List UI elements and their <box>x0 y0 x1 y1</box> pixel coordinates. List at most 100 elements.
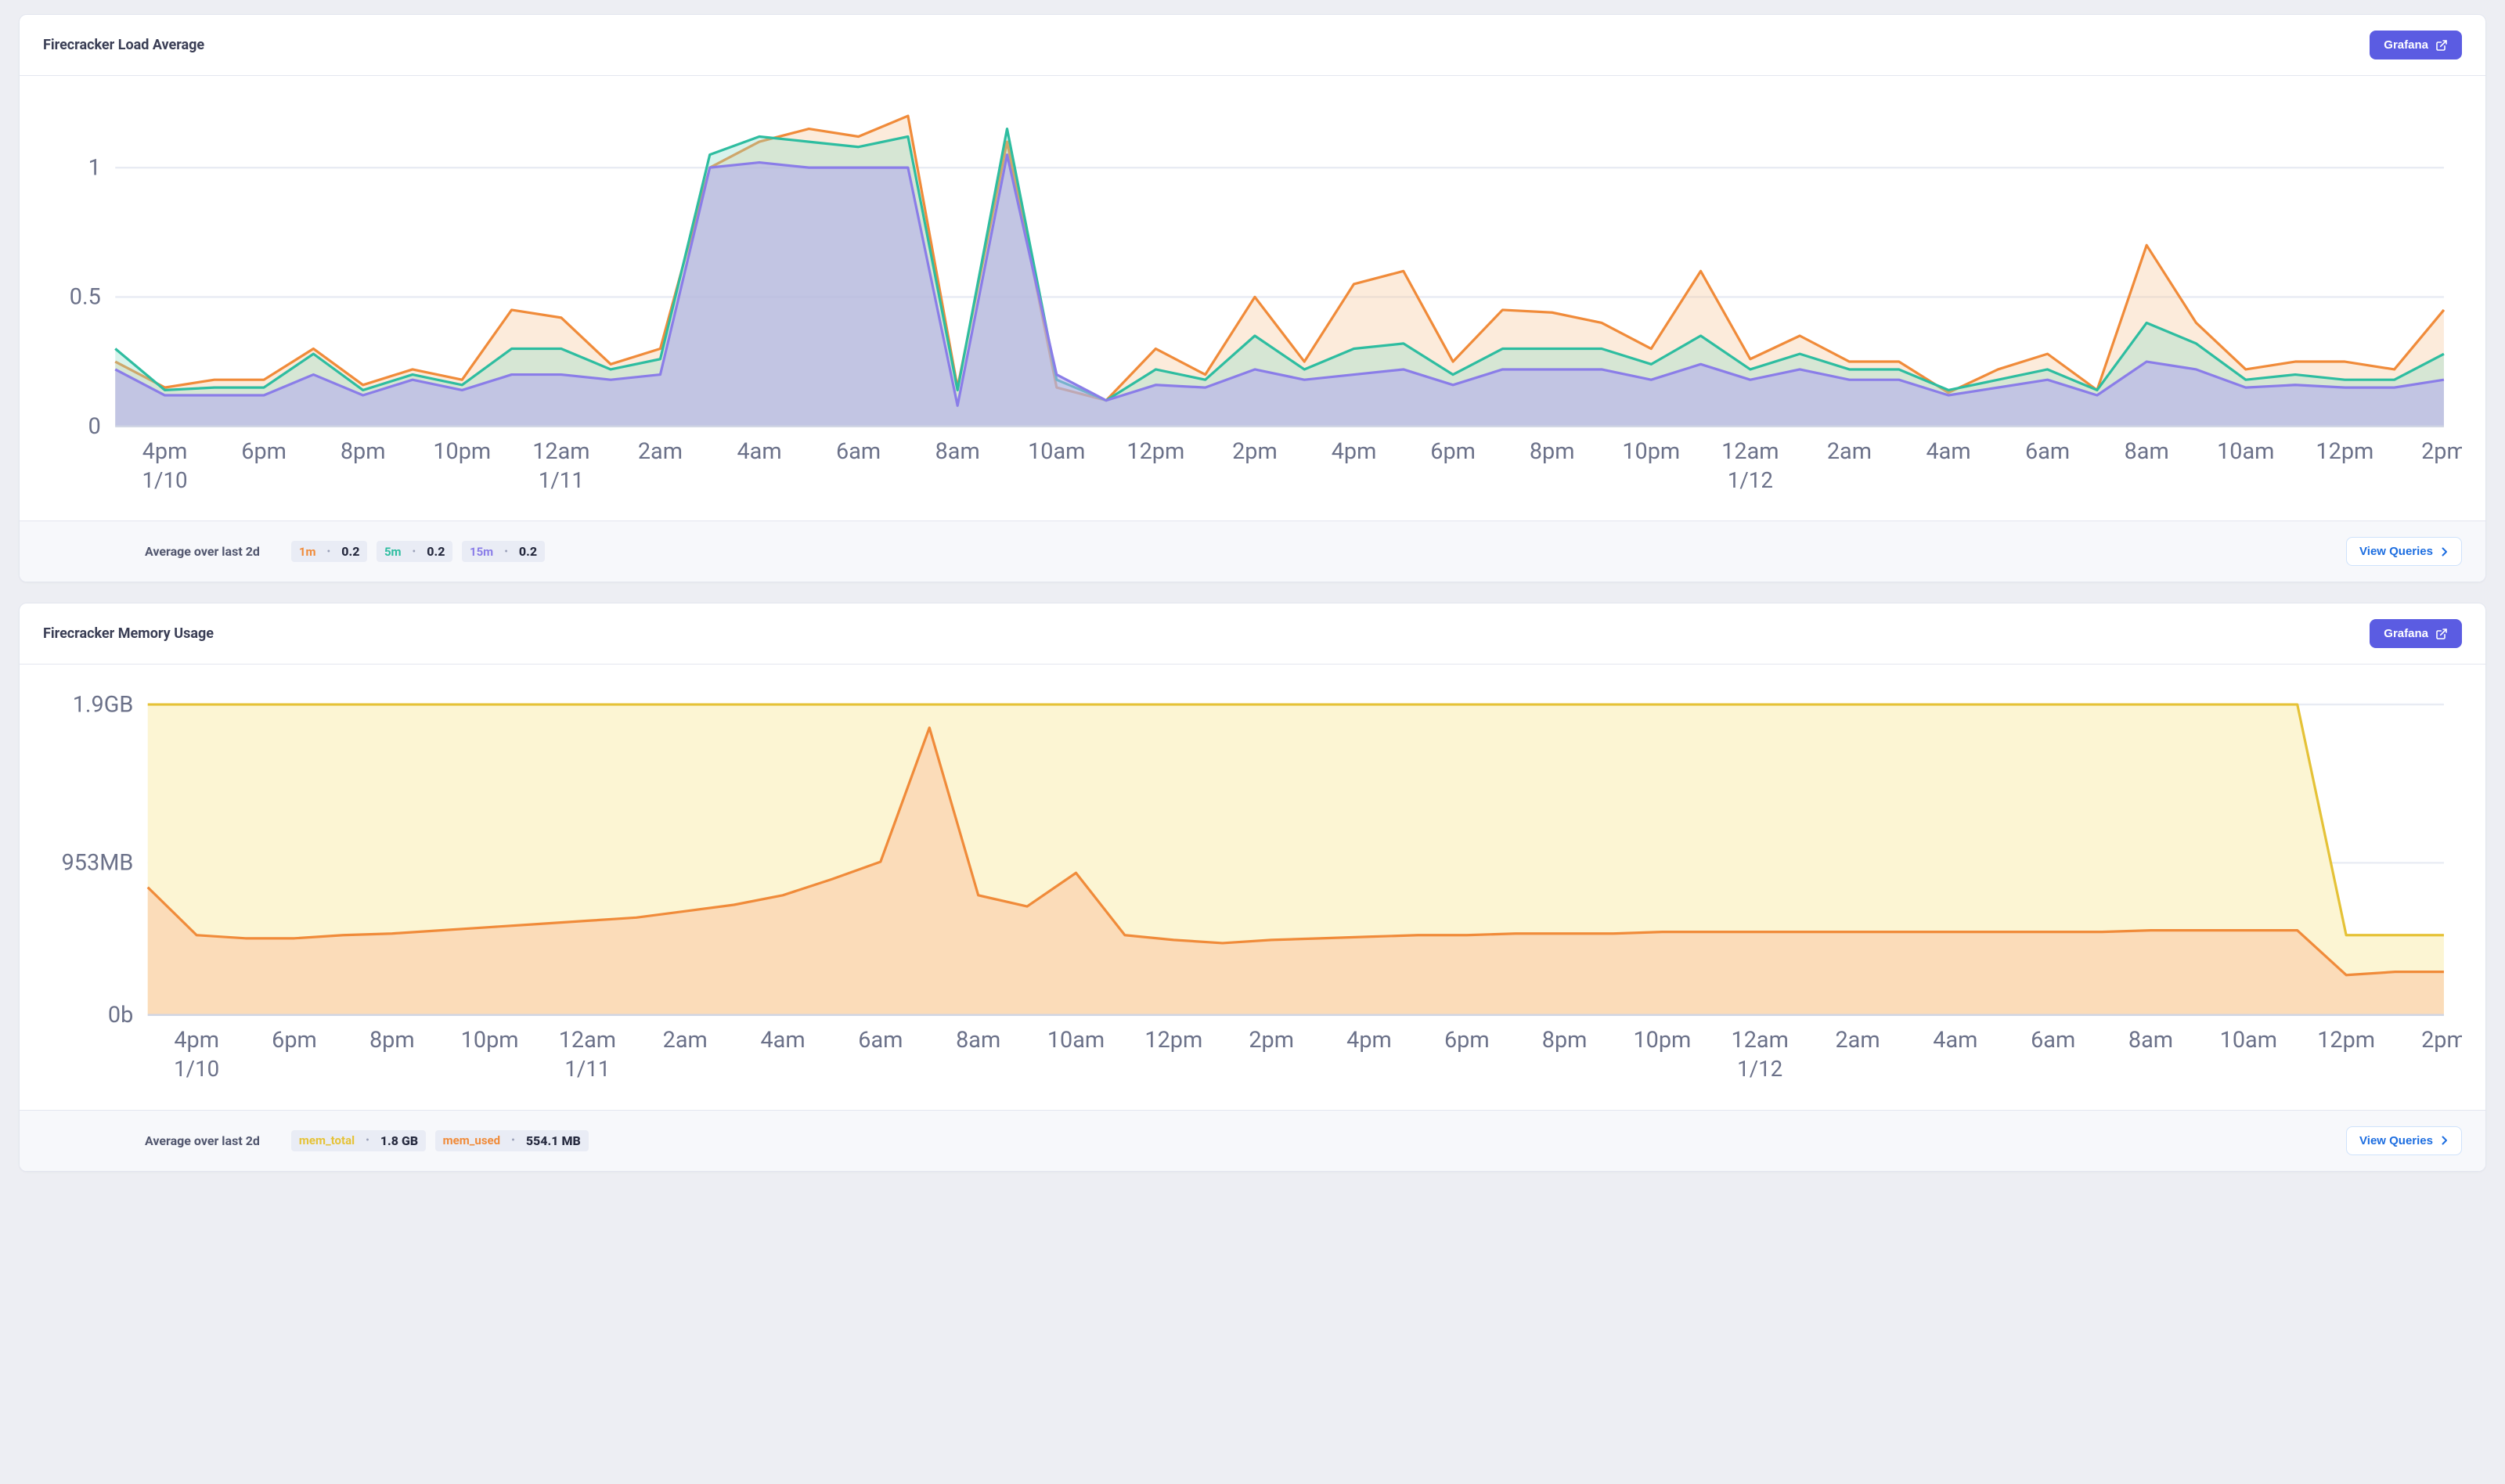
svg-text:12am: 12am <box>1732 1028 1789 1054</box>
view-queries-button[interactable]: View Queries <box>2346 537 2462 566</box>
svg-text:1/12: 1/12 <box>1737 1056 1782 1082</box>
svg-text:8pm: 8pm <box>341 438 386 465</box>
svg-text:10pm: 10pm <box>461 1028 519 1054</box>
svg-text:1: 1 <box>88 154 101 181</box>
summary-pill-mem-used: mem_used • 554.1 MB <box>435 1130 589 1151</box>
svg-text:10pm: 10pm <box>1622 438 1680 465</box>
svg-text:10am: 10am <box>1028 438 1085 465</box>
svg-text:6am: 6am <box>858 1028 903 1054</box>
summary-pill-5m: 5m • 0.2 <box>377 541 453 562</box>
svg-text:4am: 4am <box>1933 1028 1977 1054</box>
pill-key: 15m <box>470 545 493 559</box>
svg-text:0.5: 0.5 <box>70 284 101 311</box>
svg-text:0: 0 <box>88 413 101 440</box>
memory-usage-chart: 0b953MB1.9GB4pm6pm8pm10pm12am2am4am6am8a… <box>43 686 2462 1101</box>
grafana-button-label: Grafana <box>2384 627 2428 640</box>
card-header: Firecracker Memory Usage Grafana <box>20 603 2485 665</box>
card-footer: Average over last 2d 1m • 0.2 5m • 0.2 1… <box>20 520 2485 582</box>
memory-usage-card: Firecracker Memory Usage Grafana 0b 953MB… <box>19 603 2486 1171</box>
svg-text:10am: 10am <box>1047 1028 1105 1054</box>
chevron-right-icon <box>2441 547 2449 556</box>
svg-text:2pm: 2pm <box>1249 1028 1294 1054</box>
pill-key: 1m <box>299 545 316 559</box>
svg-text:10pm: 10pm <box>433 438 491 465</box>
external-link-icon <box>2435 39 2448 52</box>
load-average-card: Firecracker Load Average Grafana 0 0.5 1 4p… <box>19 14 2486 582</box>
summary-pills: 1m • 0.2 5m • 0.2 15m • 0.2 <box>291 541 551 562</box>
svg-text:12am: 12am <box>532 438 589 465</box>
svg-text:8am: 8am <box>956 1028 1000 1054</box>
svg-text:1/10: 1/10 <box>142 467 188 493</box>
svg-text:4pm: 4pm <box>1346 1028 1392 1054</box>
svg-text:4am: 4am <box>760 1028 805 1054</box>
svg-text:12pm: 12pm <box>1126 438 1184 465</box>
card-footer: Average over last 2d mem_total • 1.8 GB … <box>20 1110 2485 1171</box>
svg-text:12am: 12am <box>559 1028 616 1054</box>
svg-text:10pm: 10pm <box>1633 1028 1691 1054</box>
chevron-right-icon <box>2441 1136 2449 1145</box>
pill-value: 0.2 <box>427 544 445 559</box>
svg-text:6pm: 6pm <box>272 1028 317 1054</box>
svg-text:6am: 6am <box>2031 1028 2075 1054</box>
pill-value: 0.2 <box>341 544 359 559</box>
pill-dot: • <box>413 546 416 558</box>
grafana-button-label: Grafana <box>2384 38 2428 52</box>
footer-left: Average over last 2d mem_total • 1.8 GB … <box>145 1130 595 1151</box>
svg-text:2am: 2am <box>638 438 683 465</box>
summary-label: Average over last 2d <box>145 1133 260 1148</box>
svg-text:12pm: 12pm <box>1144 1028 1202 1054</box>
summary-label: Average over last 2d <box>145 544 260 559</box>
svg-text:10am: 10am <box>2217 438 2274 465</box>
grafana-button[interactable]: Grafana <box>2370 619 2462 648</box>
pill-dot: • <box>511 1134 515 1147</box>
card-title: Firecracker Load Average <box>43 37 204 53</box>
svg-text:953MB: 953MB <box>62 850 134 877</box>
view-queries-button[interactable]: View Queries <box>2346 1126 2462 1155</box>
svg-text:12pm: 12pm <box>2316 438 2373 465</box>
svg-text:2pm: 2pm <box>2421 438 2462 465</box>
footer-left: Average over last 2d 1m • 0.2 5m • 0.2 1… <box>145 541 551 562</box>
pill-key: mem_used <box>443 1133 500 1147</box>
summary-pills: mem_total • 1.8 GB mem_used • 554.1 MB <box>291 1130 595 1151</box>
svg-text:2am: 2am <box>663 1028 708 1054</box>
pill-value: 554.1 MB <box>526 1133 581 1148</box>
load-average-chart: 0 0.5 1 4pm 6pm 8pm 10pm 12am 2am 4am 6am 8am 10am 12… <box>43 98 2462 513</box>
pill-key: mem_total <box>299 1133 355 1147</box>
view-queries-label: View Queries <box>2359 1134 2433 1147</box>
svg-text:2am: 2am <box>1827 438 1872 465</box>
svg-text:12pm: 12pm <box>2317 1028 2375 1054</box>
svg-text:6pm: 6pm <box>241 438 287 465</box>
svg-text:8pm: 8pm <box>1542 1028 1588 1054</box>
svg-text:8am: 8am <box>2125 438 2169 465</box>
svg-text:4pm: 4pm <box>174 1028 219 1054</box>
svg-text:4am: 4am <box>737 438 781 465</box>
chart-zone: 0b953MB1.9GB4pm6pm8pm10pm12am2am4am6am8a… <box>20 665 2485 1109</box>
svg-text:6am: 6am <box>836 438 881 465</box>
pill-value: 1.8 GB <box>380 1133 418 1148</box>
summary-pill-15m: 15m • 0.2 <box>462 541 545 562</box>
view-queries-label: View Queries <box>2359 545 2433 558</box>
svg-text:8pm: 8pm <box>369 1028 415 1054</box>
chart-zone: 0 0.5 1 4pm 6pm 8pm 10pm 12am 2am 4am 6am 8am 10am 12… <box>20 76 2485 520</box>
svg-text:1/11: 1/11 <box>539 467 584 493</box>
pill-key: 5m <box>384 545 402 559</box>
pill-dot: • <box>327 546 331 558</box>
summary-pill-mem-total: mem_total • 1.8 GB <box>291 1130 426 1151</box>
svg-text:8am: 8am <box>935 438 980 465</box>
svg-text:1/11: 1/11 <box>564 1056 610 1082</box>
pill-value: 0.2 <box>519 544 537 559</box>
pill-dot: • <box>504 546 508 558</box>
svg-text:6am: 6am <box>2025 438 2070 465</box>
svg-text:8pm: 8pm <box>1530 438 1575 465</box>
grafana-button[interactable]: Grafana <box>2370 31 2462 59</box>
card-header: Firecracker Load Average Grafana <box>20 15 2485 76</box>
svg-text:6pm: 6pm <box>1430 438 1476 465</box>
svg-text:12am: 12am <box>1721 438 1779 465</box>
pill-dot: • <box>366 1134 369 1147</box>
svg-text:4pm: 4pm <box>1332 438 1377 465</box>
summary-pill-1m: 1m • 0.2 <box>291 541 368 562</box>
svg-text:8am: 8am <box>2128 1028 2173 1054</box>
svg-text:0b: 0b <box>108 1002 133 1028</box>
svg-text:4am: 4am <box>1926 438 1970 465</box>
svg-text:1/10: 1/10 <box>174 1056 219 1082</box>
